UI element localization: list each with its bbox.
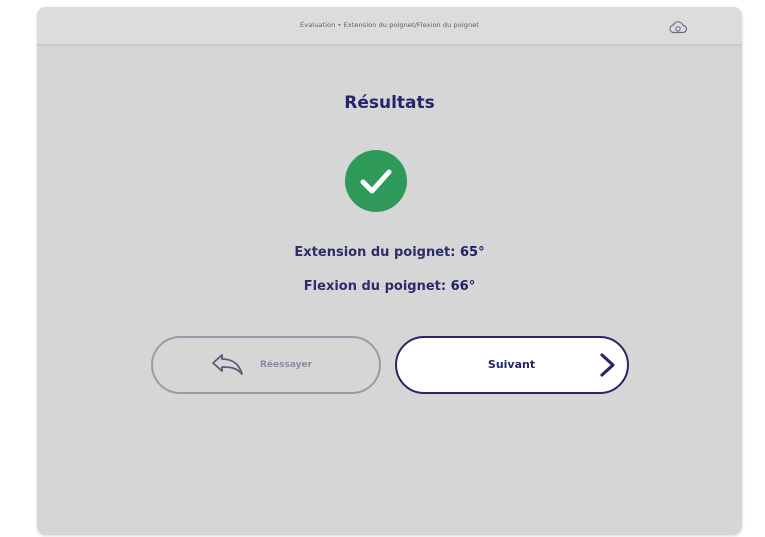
result-flexion-label: Flexion du poignet: xyxy=(303,279,447,294)
undo-arrow-icon xyxy=(212,354,243,375)
next-button-label: Suivant xyxy=(487,358,536,371)
cloud-sync-icon[interactable] xyxy=(668,20,688,34)
result-flexion-value: 66° xyxy=(450,279,476,294)
check-circle-icon xyxy=(345,150,407,212)
page-title: Résultats xyxy=(344,93,435,113)
retry-button[interactable]: Réessayer xyxy=(151,336,381,394)
result-extension-label: Extension du poignet: xyxy=(294,245,456,260)
retry-button-label: Réessayer xyxy=(260,360,313,370)
breadcrumb: Évaluation • Extension du poignet/Flexio… xyxy=(300,21,479,29)
top-bar: Évaluation • Extension du poignet/Flexio… xyxy=(37,7,742,45)
result-extension: Extension du poignet: 65° xyxy=(37,245,742,260)
app-window: Évaluation • Extension du poignet/Flexio… xyxy=(37,7,742,535)
result-extension-value: 65° xyxy=(459,245,485,260)
next-button[interactable]: Suivant xyxy=(395,336,629,394)
chevron-right-icon xyxy=(600,353,615,377)
result-flexion: Flexion du poignet: 66° xyxy=(37,279,742,294)
